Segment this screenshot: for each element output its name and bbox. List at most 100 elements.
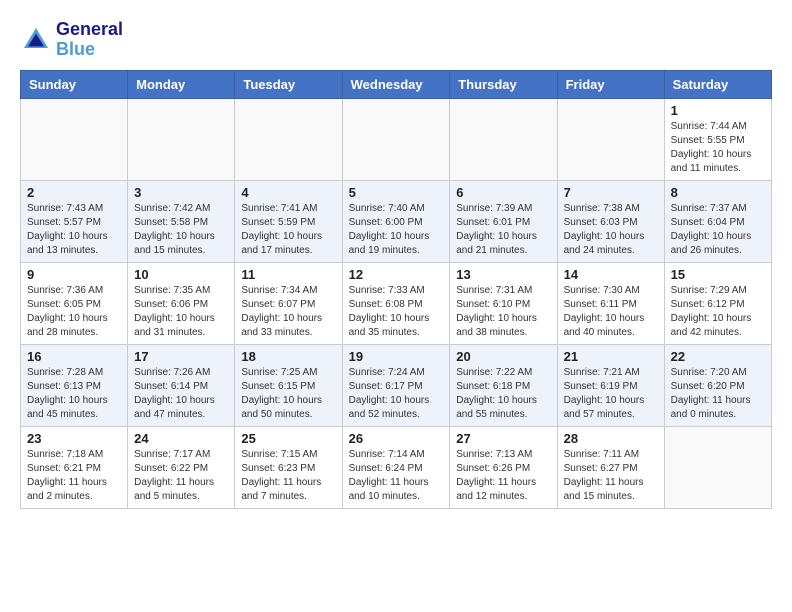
calendar-week-row: 23 Sunrise: 7:18 AM Sunset: 6:21 PM Dayli…	[21, 426, 772, 508]
calendar-cell: 22 Sunrise: 7:20 AM Sunset: 6:20 PM Dayli…	[664, 344, 771, 426]
day-header-wednesday: Wednesday	[342, 70, 450, 98]
day-number: 21	[564, 349, 658, 364]
day-number: 15	[671, 267, 765, 282]
calendar-cell: 12 Sunrise: 7:33 AM Sunset: 6:08 PM Dayli…	[342, 262, 450, 344]
day-number: 11	[241, 267, 335, 282]
calendar-cell: 5 Sunrise: 7:40 AM Sunset: 6:00 PM Daylig…	[342, 180, 450, 262]
calendar-week-row: 1 Sunrise: 7:44 AM Sunset: 5:55 PM Daylig…	[21, 98, 772, 180]
day-number: 6	[456, 185, 550, 200]
day-number: 14	[564, 267, 658, 282]
calendar-cell: 7Sunrise: 7:38 AM Sunset: 6:03 PM Daylig…	[557, 180, 664, 262]
calendar-week-row: 9Sunrise: 7:36 AM Sunset: 6:05 PM Daylig…	[21, 262, 772, 344]
calendar-cell: 11 Sunrise: 7:34 AM Sunset: 6:07 PM Dayli…	[235, 262, 342, 344]
day-info: Sunrise: 7:37 AM Sunset: 6:04 PM Dayligh…	[671, 202, 765, 258]
calendar-cell: 6 Sunrise: 7:39 AM Sunset: 6:01 PM Daylig…	[450, 180, 557, 262]
day-number: 18	[241, 349, 335, 364]
day-info: Sunrise: 7:43 AM Sunset: 5:57 PM Dayligh…	[27, 202, 121, 258]
calendar-cell: 2 Sunrise: 7:43 AM Sunset: 5:57 PM Daylig…	[21, 180, 128, 262]
calendar-cell: 26 Sunrise: 7:14 AM Sunset: 6:24 PM Dayli…	[342, 426, 450, 508]
day-number: 26	[349, 431, 444, 446]
day-info: Sunrise: 7:29 AM Sunset: 6:12 PM Dayligh…	[671, 284, 765, 340]
logo-icon	[20, 24, 52, 56]
calendar-cell: 20Sunrise: 7:22 AM Sunset: 6:18 PM Dayli…	[450, 344, 557, 426]
calendar-week-row: 2 Sunrise: 7:43 AM Sunset: 5:57 PM Daylig…	[21, 180, 772, 262]
day-number: 25	[241, 431, 335, 446]
day-number: 5	[349, 185, 444, 200]
calendar-cell: 13 Sunrise: 7:31 AM Sunset: 6:10 PM Dayli…	[450, 262, 557, 344]
calendar-cell: 3 Sunrise: 7:42 AM Sunset: 5:58 PM Daylig…	[128, 180, 235, 262]
day-number: 24	[134, 431, 228, 446]
day-number: 10	[134, 267, 228, 282]
calendar-cell: 23 Sunrise: 7:18 AM Sunset: 6:21 PM Dayli…	[21, 426, 128, 508]
day-header-thursday: Thursday	[450, 70, 557, 98]
calendar-cell: 17 Sunrise: 7:26 AM Sunset: 6:14 PM Dayli…	[128, 344, 235, 426]
day-header-monday: Monday	[128, 70, 235, 98]
day-info: Sunrise: 7:14 AM Sunset: 6:24 PM Dayligh…	[349, 448, 444, 504]
day-header-sunday: Sunday	[21, 70, 128, 98]
day-header-saturday: Saturday	[664, 70, 771, 98]
day-number: 12	[349, 267, 444, 282]
day-number: 19	[349, 349, 444, 364]
calendar-cell: 16 Sunrise: 7:28 AM Sunset: 6:13 PM Dayli…	[21, 344, 128, 426]
page-header: General Blue	[20, 20, 772, 60]
day-info: Sunrise: 7:44 AM Sunset: 5:55 PM Dayligh…	[671, 120, 765, 176]
day-info: Sunrise: 7:31 AM Sunset: 6:10 PM Dayligh…	[456, 284, 550, 340]
day-header-tuesday: Tuesday	[235, 70, 342, 98]
calendar-cell: 21Sunrise: 7:21 AM Sunset: 6:19 PM Dayli…	[557, 344, 664, 426]
day-number: 23	[27, 431, 121, 446]
calendar-cell: 8 Sunrise: 7:37 AM Sunset: 6:04 PM Daylig…	[664, 180, 771, 262]
day-info: Sunrise: 7:18 AM Sunset: 6:21 PM Dayligh…	[27, 448, 121, 504]
day-info: Sunrise: 7:24 AM Sunset: 6:17 PM Dayligh…	[349, 366, 444, 422]
day-info: Sunrise: 7:41 AM Sunset: 5:59 PM Dayligh…	[241, 202, 335, 258]
day-info: Sunrise: 7:40 AM Sunset: 6:00 PM Dayligh…	[349, 202, 444, 258]
day-number: 1	[671, 103, 765, 118]
calendar-cell: 18 Sunrise: 7:25 AM Sunset: 6:15 PM Dayli…	[235, 344, 342, 426]
calendar-cell: 25 Sunrise: 7:15 AM Sunset: 6:23 PM Dayli…	[235, 426, 342, 508]
day-info: Sunrise: 7:26 AM Sunset: 6:14 PM Dayligh…	[134, 366, 228, 422]
calendar-table: SundayMondayTuesdayWednesdayThursdayFrid…	[20, 70, 772, 509]
day-info: Sunrise: 7:17 AM Sunset: 6:22 PM Dayligh…	[134, 448, 228, 504]
day-info: Sunrise: 7:33 AM Sunset: 6:08 PM Dayligh…	[349, 284, 444, 340]
calendar-cell: 14 Sunrise: 7:30 AM Sunset: 6:11 PM Dayli…	[557, 262, 664, 344]
calendar-cell: 28Sunrise: 7:11 AM Sunset: 6:27 PM Dayli…	[557, 426, 664, 508]
day-info: Sunrise: 7:30 AM Sunset: 6:11 PM Dayligh…	[564, 284, 658, 340]
day-number: 4	[241, 185, 335, 200]
day-info: Sunrise: 7:28 AM Sunset: 6:13 PM Dayligh…	[27, 366, 121, 422]
calendar-cell	[21, 98, 128, 180]
day-info: Sunrise: 7:15 AM Sunset: 6:23 PM Dayligh…	[241, 448, 335, 504]
calendar-cell	[128, 98, 235, 180]
calendar-cell: 1 Sunrise: 7:44 AM Sunset: 5:55 PM Daylig…	[664, 98, 771, 180]
day-number: 22	[671, 349, 765, 364]
day-info: Sunrise: 7:20 AM Sunset: 6:20 PM Dayligh…	[671, 366, 765, 422]
calendar-cell	[557, 98, 664, 180]
day-number: 8	[671, 185, 765, 200]
calendar-cell: 19 Sunrise: 7:24 AM Sunset: 6:17 PM Dayli…	[342, 344, 450, 426]
day-header-friday: Friday	[557, 70, 664, 98]
calendar-week-row: 16 Sunrise: 7:28 AM Sunset: 6:13 PM Dayli…	[21, 344, 772, 426]
day-info: Sunrise: 7:39 AM Sunset: 6:01 PM Dayligh…	[456, 202, 550, 258]
day-info: Sunrise: 7:13 AM Sunset: 6:26 PM Dayligh…	[456, 448, 550, 504]
calendar-cell	[342, 98, 450, 180]
day-number: 16	[27, 349, 121, 364]
calendar-cell	[450, 98, 557, 180]
logo: General Blue	[20, 20, 123, 60]
day-info: Sunrise: 7:34 AM Sunset: 6:07 PM Dayligh…	[241, 284, 335, 340]
calendar-cell: 10 Sunrise: 7:35 AM Sunset: 6:06 PM Dayli…	[128, 262, 235, 344]
day-number: 17	[134, 349, 228, 364]
day-info: Sunrise: 7:42 AM Sunset: 5:58 PM Dayligh…	[134, 202, 228, 258]
day-number: 20	[456, 349, 550, 364]
day-info: Sunrise: 7:25 AM Sunset: 6:15 PM Dayligh…	[241, 366, 335, 422]
calendar-cell: 15 Sunrise: 7:29 AM Sunset: 6:12 PM Dayli…	[664, 262, 771, 344]
calendar-cell: 24 Sunrise: 7:17 AM Sunset: 6:22 PM Dayli…	[128, 426, 235, 508]
day-number: 27	[456, 431, 550, 446]
calendar-header-row: SundayMondayTuesdayWednesdayThursdayFrid…	[21, 70, 772, 98]
calendar-cell	[664, 426, 771, 508]
calendar-cell	[235, 98, 342, 180]
day-number: 13	[456, 267, 550, 282]
day-number: 9	[27, 267, 121, 282]
day-number: 3	[134, 185, 228, 200]
day-number: 2	[27, 185, 121, 200]
calendar-cell: 9Sunrise: 7:36 AM Sunset: 6:05 PM Daylig…	[21, 262, 128, 344]
day-info: Sunrise: 7:35 AM Sunset: 6:06 PM Dayligh…	[134, 284, 228, 340]
logo-text: General Blue	[56, 20, 123, 60]
